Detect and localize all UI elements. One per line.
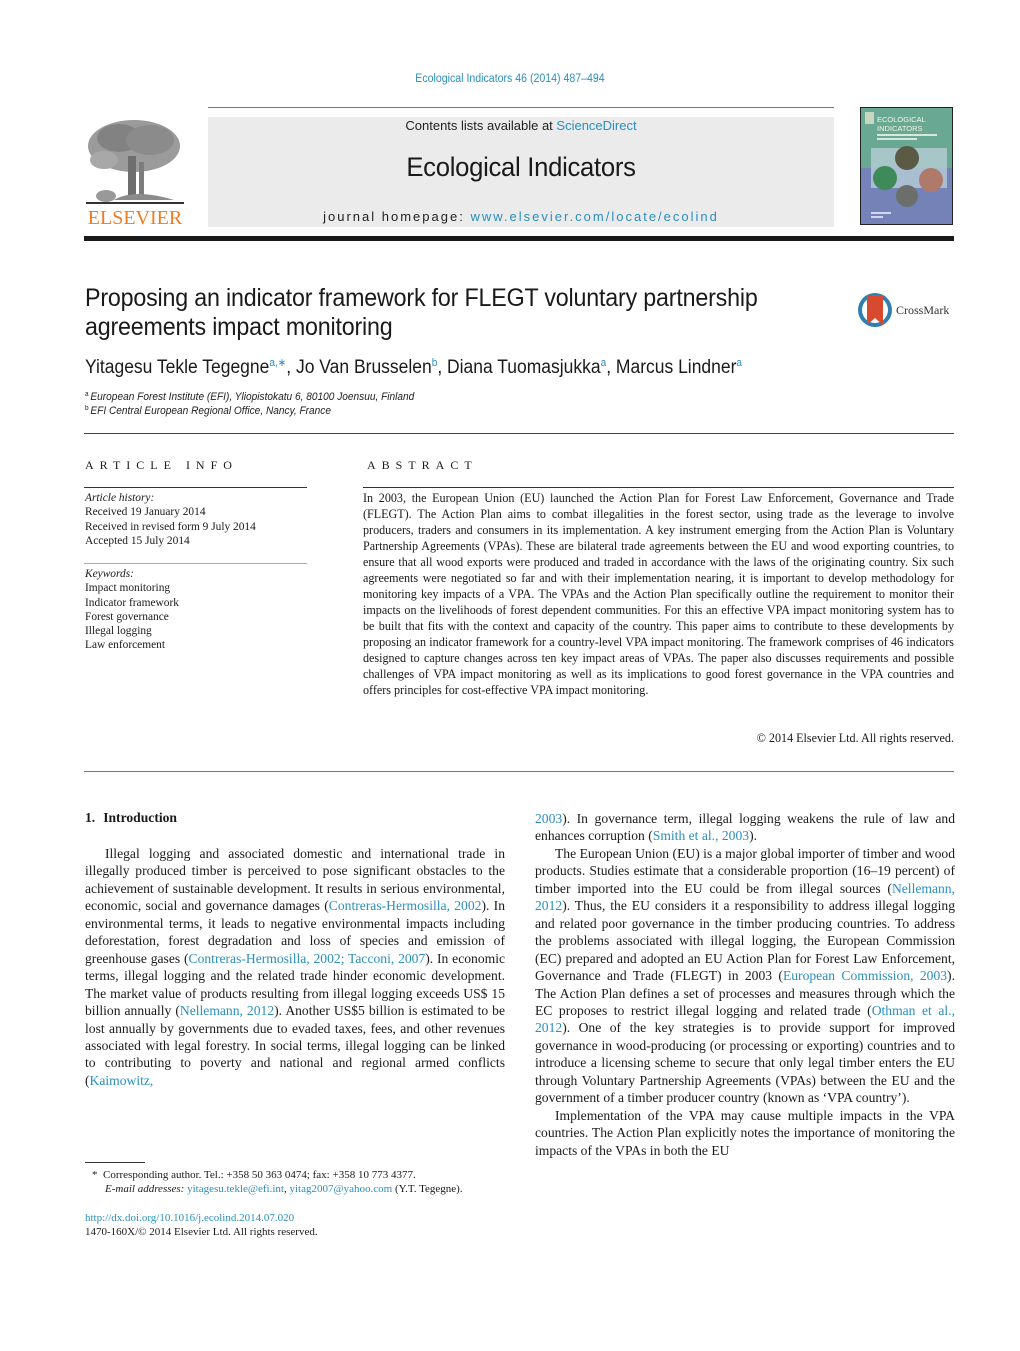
corresponding-author-note: * Corresponding author. Tel.: +358 50 36… bbox=[92, 1168, 416, 1182]
journal-citation-link[interactable]: Ecological Indicators 46 (2014) 487–494 bbox=[41, 73, 979, 85]
email-link[interactable]: yitag2007@yahoo.com bbox=[289, 1183, 392, 1195]
paragraph: Implementation of the VPA may cause mult… bbox=[535, 1107, 955, 1158]
corresponding-text: Corresponding author. Tel.: +358 50 363 … bbox=[103, 1169, 416, 1181]
keywords-label: Keywords: bbox=[85, 568, 134, 580]
contents-prefix: Contents lists available at bbox=[405, 118, 557, 133]
citation-link[interactable]: Smith et al., 2003 bbox=[653, 828, 749, 843]
section-number: 1. bbox=[85, 810, 96, 825]
keywords-list: Keywords: Impact monitoring Indicator fr… bbox=[85, 567, 315, 653]
affiliation-text: European Forest Institute (EFI), Yliopis… bbox=[90, 391, 415, 403]
email-label: E-mail addresses: bbox=[105, 1183, 185, 1195]
email-note: E-mail addresses: yitagesu.tekle@efi.int… bbox=[105, 1183, 463, 1195]
crossmark-button[interactable]: CrossMark bbox=[857, 290, 957, 330]
history-accepted: Accepted 15 July 2014 bbox=[85, 534, 190, 547]
author-name[interactable]: Yitagesu Tekle Tegegne bbox=[85, 357, 269, 378]
section-heading-introduction: 1. Introduction bbox=[85, 810, 177, 826]
divider bbox=[363, 487, 954, 488]
keyword: Indicator framework bbox=[85, 596, 179, 609]
doi-link[interactable]: http://dx.doi.org/10.1016/j.ecolind.2014… bbox=[85, 1212, 294, 1224]
citation-link[interactable]: Kaimowitz, bbox=[90, 1073, 154, 1088]
author-affiliation-mark[interactable]: a bbox=[601, 357, 607, 369]
history-revised: Received in revised form 9 July 2014 bbox=[85, 520, 256, 533]
keyword: Forest governance bbox=[85, 610, 169, 623]
elsevier-logo[interactable]: ELSEVIER bbox=[84, 116, 186, 229]
author-name[interactable]: Marcus Lindner bbox=[616, 357, 736, 378]
email-link[interactable]: yitagesu.tekle@efi.int bbox=[187, 1183, 284, 1195]
paragraph: Illegal logging and associated domestic … bbox=[85, 846, 506, 1088]
author-affiliation-mark[interactable]: a,∗ bbox=[269, 357, 286, 369]
sciencedirect-link[interactable]: ScienceDirect bbox=[556, 118, 636, 133]
citation-link[interactable]: Contreras-Hermosilla, 2002 bbox=[329, 898, 482, 913]
cover-image-icon: ECOLOGICAL INDICATORS bbox=[861, 108, 952, 224]
journal-title: Ecological Indicators bbox=[406, 152, 636, 182]
citation-link[interactable]: Contreras-Hermosilla, 2002; Tacconi, 200… bbox=[189, 951, 426, 966]
author-name[interactable]: Jo Van Brusselen bbox=[296, 357, 432, 378]
footnote-mark: * bbox=[92, 1169, 98, 1181]
cover-title-line2: INDICATORS bbox=[877, 124, 923, 133]
homepage-prefix: journal homepage: bbox=[323, 209, 471, 224]
keyword: Impact monitoring bbox=[85, 582, 171, 595]
paragraph: The European Union (EU) is a major globa… bbox=[535, 845, 955, 1106]
article-info-heading: ARTICLE INFO bbox=[85, 458, 238, 472]
elsevier-wordmark: ELSEVIER bbox=[88, 207, 183, 228]
contents-availability: Contents lists available at ScienceDirec… bbox=[208, 118, 834, 133]
abstract-text: In 2003, the European Union (EU) launche… bbox=[363, 491, 954, 697]
header-bottom-rule bbox=[84, 236, 954, 241]
keyword: Law enforcement bbox=[85, 639, 166, 652]
affiliation-b: b EFI Central European Regional Office, N… bbox=[85, 405, 331, 417]
affiliation-mark: b bbox=[85, 405, 89, 412]
crossmark-label: CrossMark bbox=[896, 302, 950, 317]
author-name[interactable]: Diana Tuomasjukka bbox=[447, 357, 601, 378]
cover-title-line1: ECOLOGICAL bbox=[877, 115, 926, 124]
affiliation-text: EFI Central European Regional Office, Na… bbox=[90, 405, 331, 417]
citation-link[interactable]: 2003 bbox=[535, 811, 562, 826]
citation-link[interactable]: Nellemann, 2012 bbox=[180, 1003, 274, 1018]
divider bbox=[84, 433, 954, 434]
divider bbox=[84, 487, 307, 488]
history-received: Received 19 January 2014 bbox=[85, 506, 206, 519]
article-history-label: Article history: bbox=[85, 492, 155, 504]
affiliation-a: a European Forest Institute (EFI), Yliopi… bbox=[85, 391, 414, 403]
article-history: Article history: Received 19 January 201… bbox=[85, 491, 315, 548]
footnote-rule bbox=[85, 1162, 145, 1163]
elsevier-tree-icon: ELSEVIER bbox=[86, 120, 184, 229]
paragraph: 2003). In governance term, illegal loggi… bbox=[535, 811, 955, 844]
divider bbox=[84, 771, 954, 772]
divider bbox=[84, 563, 307, 564]
homepage-link[interactable]: www.elsevier.com/locate/ecolind bbox=[470, 209, 718, 224]
header-top-rule bbox=[208, 107, 834, 108]
journal-cover-thumbnail[interactable]: ECOLOGICAL INDICATORS bbox=[860, 107, 953, 225]
crossmark-icon bbox=[858, 293, 892, 327]
abstract-copyright: © 2014 Elsevier Ltd. All rights reserved… bbox=[756, 731, 954, 745]
author-affiliation-mark[interactable]: b bbox=[432, 357, 438, 369]
journal-homepage: journal homepage: www.elsevier.com/locat… bbox=[208, 209, 834, 224]
citation-link[interactable]: European Commission, 2003 bbox=[783, 968, 947, 983]
affiliation-mark: a bbox=[85, 391, 89, 398]
article-title: Proposing an indicator framework for FLE… bbox=[85, 284, 758, 341]
keyword: Illegal logging bbox=[85, 625, 152, 638]
author-affiliation-mark[interactable]: a bbox=[736, 357, 742, 369]
abstract-heading: ABSTRACT bbox=[367, 458, 478, 472]
section-title: Introduction bbox=[103, 810, 177, 825]
issn-copyright: 1470-160X/© 2014 Elsevier Ltd. All right… bbox=[85, 1226, 318, 1238]
author-list: Yitagesu Tekle Tegegnea,∗, Jo Van Brusse… bbox=[85, 357, 743, 378]
body-column-right: 2003). In governance term, illegal loggi… bbox=[535, 810, 955, 1159]
body-column-left: Illegal logging and associated domestic … bbox=[85, 845, 505, 1089]
